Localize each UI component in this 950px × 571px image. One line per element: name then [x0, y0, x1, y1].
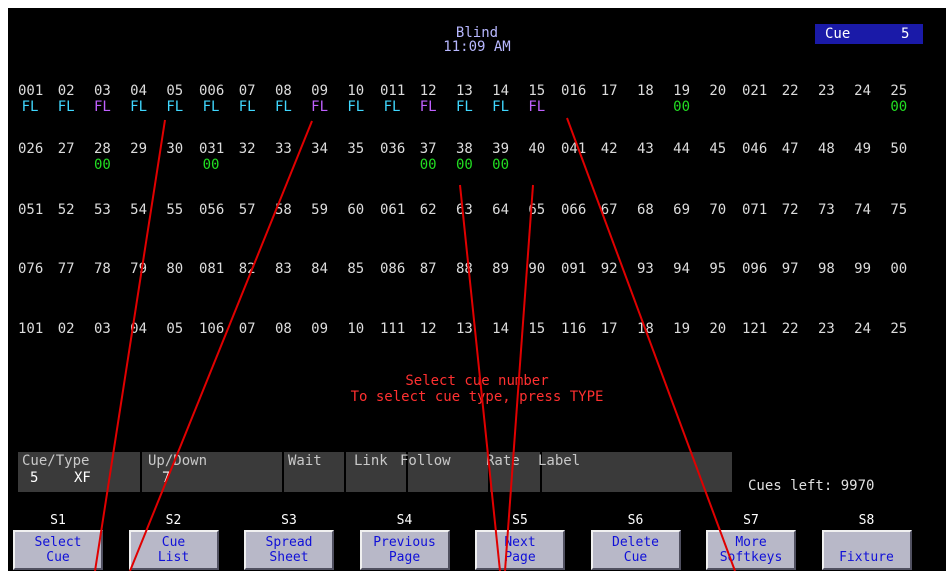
annotation-line: [566, 117, 736, 571]
annotation-line: [94, 119, 166, 571]
annotation-line: [459, 184, 501, 571]
annotation-lines: [94, 117, 736, 571]
annotation-line: [129, 120, 313, 571]
annotation-line: [504, 184, 534, 571]
